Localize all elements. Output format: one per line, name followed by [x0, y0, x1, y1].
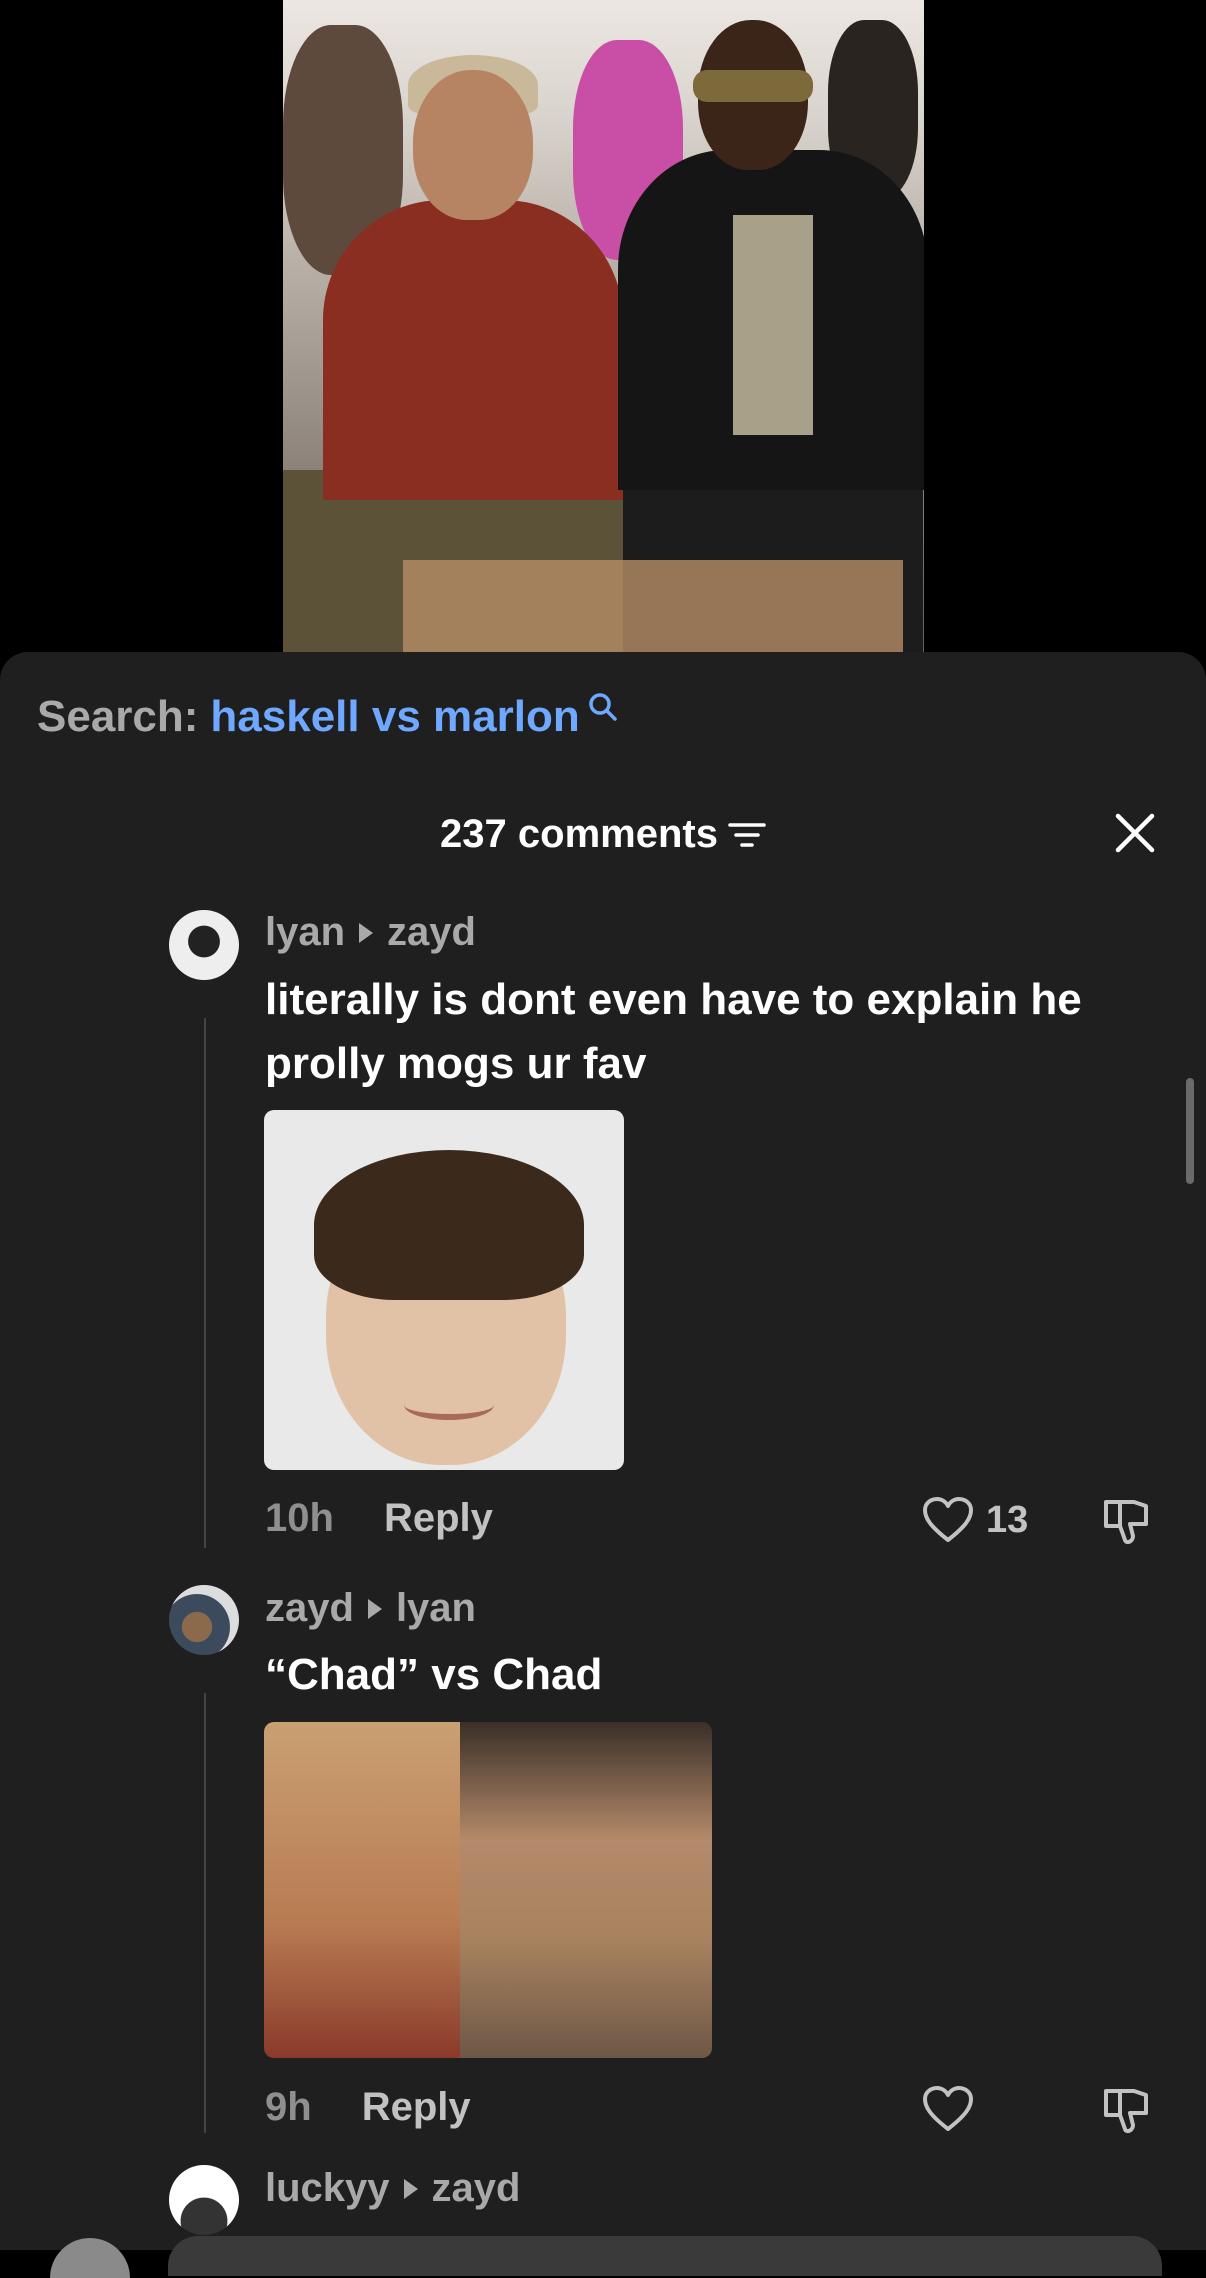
- thread-line: [204, 1018, 206, 1548]
- avatar[interactable]: [169, 910, 239, 980]
- sort-filter-icon[interactable]: [728, 820, 766, 850]
- dislike-icon[interactable]: [1100, 2085, 1152, 2137]
- comment-count-label: 237 comments: [440, 812, 718, 856]
- comment-image[interactable]: [264, 1722, 712, 2058]
- close-icon[interactable]: [1112, 810, 1158, 856]
- avatar[interactable]: [169, 1585, 239, 1655]
- comment-reply-to[interactable]: zayd: [432, 2166, 521, 2211]
- search-suggestion[interactable]: Search: haskell vs marlon: [37, 692, 620, 742]
- heart-icon: [923, 2086, 973, 2131]
- search-label: Search:: [37, 692, 199, 741]
- comment-time: 10h: [265, 1496, 334, 1540]
- comment-author[interactable]: lyan: [265, 910, 345, 955]
- post-media[interactable]: [283, 0, 924, 652]
- comment-reply-to[interactable]: zayd: [387, 910, 476, 955]
- comment-actions: 10h Reply: [265, 1496, 493, 1541]
- image-left-panel: [264, 1722, 460, 2058]
- comment-image[interactable]: [264, 1110, 624, 1470]
- heart-icon: [923, 1497, 973, 1542]
- reply-arrow-icon: [403, 2178, 418, 2199]
- comment-reply-to[interactable]: lyan: [396, 1586, 476, 1631]
- comment-author[interactable]: luckyy: [265, 2166, 390, 2211]
- comment-text: “Chad” vs Chad: [265, 1650, 603, 1699]
- comment-meta: luckyy zayd: [265, 2166, 520, 2211]
- comment-meta: zayd lyan: [265, 1586, 476, 1631]
- reply-arrow-icon: [359, 922, 374, 943]
- person-body: [323, 200, 623, 500]
- reply-button[interactable]: Reply: [384, 1496, 493, 1541]
- smile: [404, 1390, 494, 1420]
- like-button[interactable]: [922, 2085, 974, 2133]
- comment-input[interactable]: [168, 2236, 1162, 2276]
- dislike-icon[interactable]: [1100, 1496, 1152, 1548]
- comment-text-line: literally is dont even have to explain h…: [265, 975, 1082, 1024]
- like-count: 13: [986, 1498, 1029, 1541]
- search-term-link[interactable]: haskell vs marlon: [210, 692, 579, 742]
- bench: [403, 560, 903, 652]
- avatar[interactable]: [169, 2165, 239, 2235]
- comment-meta: lyan zayd: [265, 910, 476, 955]
- reply-arrow-icon: [367, 1598, 382, 1619]
- thread-line: [204, 1693, 206, 2133]
- sunglasses: [693, 70, 813, 102]
- image-right-panel: [460, 1722, 712, 2058]
- person-head: [413, 70, 533, 220]
- comment-text: literally is dont even have to explain h…: [265, 968, 1082, 1096]
- comment-time: 9h: [265, 2085, 312, 2129]
- comment-text-line: prolly mogs ur fav: [265, 1039, 647, 1088]
- comment-author[interactable]: zayd: [265, 1586, 354, 1631]
- comment-actions: 9h Reply: [265, 2085, 471, 2130]
- comments-header: 237 comments: [0, 812, 1206, 872]
- comment-count[interactable]: 237 comments: [0, 812, 1206, 857]
- search-icon: [588, 693, 617, 721]
- hair: [314, 1150, 584, 1300]
- scrollbar[interactable]: [1186, 1078, 1194, 1184]
- reply-button[interactable]: Reply: [362, 2085, 471, 2130]
- like-button[interactable]: 13: [922, 1496, 1028, 1544]
- person-shirt: [733, 215, 813, 435]
